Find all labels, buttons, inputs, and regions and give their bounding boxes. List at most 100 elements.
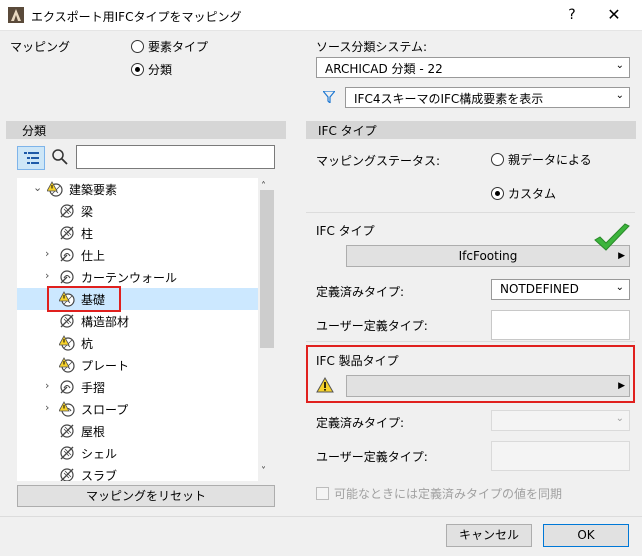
ifc-type-label: IFC タイプ (316, 224, 375, 238)
classification-header-label: 分類 (22, 124, 47, 138)
tree-item[interactable]: 屋根 (17, 420, 259, 442)
hatched-slash-icon (59, 203, 75, 219)
footer-divider (0, 516, 642, 517)
ifc-type-selector-button[interactable]: IfcFooting ▶ (346, 245, 630, 267)
predefined-type-dropdown-2[interactable]: ⌄ (491, 410, 630, 431)
source-system-label: ソース分類システム: (316, 40, 428, 54)
hatched-slash-icon (59, 445, 75, 461)
tree-item-label: 屋根 (81, 425, 106, 439)
tree-item[interactable]: プレート (17, 354, 259, 376)
search-input[interactable] (76, 145, 275, 169)
tree-item[interactable]: 柱 (17, 222, 259, 244)
divider (306, 212, 635, 213)
tree-item[interactable]: 構造部材 (17, 310, 259, 332)
ifc-product-type-selector-button[interactable]: ▶ (346, 375, 630, 397)
ifc-type-panel-header: IFC タイプ (306, 121, 636, 139)
tree-item-label: スロープ (81, 403, 129, 417)
radio-element-type[interactable] (131, 40, 144, 53)
scrollbar-thumb[interactable] (260, 190, 274, 348)
sync-checkbox-label: 可能なときには定義済みタイプの値を同期 (334, 487, 563, 501)
chevron-down-icon: ⌄ (615, 60, 624, 71)
sync-checkbox[interactable] (316, 487, 329, 500)
warning-icon (316, 377, 334, 393)
user-defined-type-field[interactable] (491, 310, 630, 340)
tree-item[interactable]: 杭 (17, 332, 259, 354)
classification-panel-header: 分類 (6, 121, 286, 139)
window-title: エクスポート用IFCタイプをマッピング (31, 10, 242, 24)
chevron-right-icon[interactable]: › (45, 247, 49, 260)
hatched-slash-icon (59, 467, 75, 481)
source-system-value: ARCHICAD 分類 - 22 (325, 62, 443, 76)
radio-custom-label: カスタム (508, 187, 557, 201)
tree-view-toggle-button[interactable] (17, 146, 45, 170)
tree-item[interactable]: シェル (17, 442, 259, 464)
predefined-type-label: 定義済みタイプ: (316, 285, 405, 299)
radio-by-parent[interactable] (491, 153, 504, 166)
tree-item[interactable]: 梁 (17, 200, 259, 222)
tree-item-label: プレート (81, 359, 130, 373)
predefined-type-value: NOTDEFINED (500, 282, 579, 296)
radio-element-type-label: 要素タイプ (148, 40, 209, 54)
tree-item[interactable]: › 手摺 (17, 376, 259, 398)
warning-hatched-icon (46, 181, 63, 197)
warning-hatched-icon (58, 357, 75, 373)
expand-arrow-icon: ▶ (618, 381, 625, 391)
tree-item-label: 構造部材 (81, 315, 130, 329)
chevron-right-icon[interactable]: › (45, 379, 49, 392)
tree-item-label: 仕上 (81, 249, 106, 263)
chevron-right-icon[interactable]: › (45, 269, 49, 282)
reset-mapping-button[interactable]: マッピングをリセット (17, 485, 275, 507)
tree-item[interactable]: › 仕上 (17, 244, 259, 266)
ok-button[interactable]: OK (543, 524, 629, 547)
hatched-slash-icon (59, 225, 75, 241)
ifc-product-type-label: IFC 製品タイプ (316, 354, 399, 368)
user-defined-type-field-2[interactable] (491, 441, 630, 471)
radio-by-parent-label: 親データによる (508, 153, 592, 167)
radio-classification-label: 分類 (148, 63, 173, 77)
green-check-icon (594, 223, 630, 251)
archicad-app-icon (8, 7, 24, 23)
search-icon[interactable] (51, 148, 69, 166)
scroll-down-arrow-icon[interactable]: ˅ (261, 466, 266, 477)
hatched-slash-icon (59, 423, 75, 439)
override-icon (59, 247, 75, 263)
filter-value: IFC4スキーマのIFC構成要素を表示 (354, 92, 544, 106)
tree-item[interactable]: ⌄ 建築要素 (17, 178, 259, 200)
filter-dropdown[interactable]: IFC4スキーマのIFC構成要素を表示 ⌄ (345, 87, 630, 108)
source-system-dropdown[interactable]: ARCHICAD 分類 - 22 ⌄ (316, 57, 630, 78)
classification-tree[interactable]: ⌄ 建築要素梁柱 › 仕上 › カーテンウォール 基礎 構造部材杭プレート › 手摺 › スロープ 屋根… (17, 178, 275, 481)
chevron-right-icon[interactable]: › (45, 401, 49, 414)
cancel-button[interactable]: キャンセル (446, 524, 532, 547)
ifc-type-header-label: IFC タイプ (318, 124, 377, 138)
predefined-type-label-2: 定義済みタイプ: (316, 416, 405, 430)
warning-hatched-icon (58, 335, 75, 351)
tree-item[interactable]: › スロープ (17, 398, 259, 420)
divider (306, 341, 635, 342)
tree-list-icon (24, 152, 39, 164)
chevron-down-icon[interactable]: ⌄ (33, 181, 42, 194)
tree-item-label: 杭 (81, 337, 94, 351)
chevron-down-icon: ⌄ (615, 90, 624, 101)
hatched-slash-icon (59, 313, 75, 329)
override-icon (59, 379, 75, 395)
help-button[interactable]: ? (560, 4, 584, 26)
predefined-type-dropdown[interactable]: NOTDEFINED ⌄ (491, 279, 630, 300)
tree-item-label: 柱 (81, 227, 94, 241)
close-button[interactable]: ✕ (596, 4, 632, 26)
tree-item-label: カーテンウォール (81, 271, 178, 285)
mapping-status-label: マッピングステータス: (316, 154, 441, 168)
chevron-down-icon: ⌄ (615, 282, 624, 293)
radio-classification[interactable] (131, 63, 144, 76)
user-defined-type-label: ユーザー定義タイプ: (316, 319, 428, 333)
tree-item-label: 建築要素 (69, 183, 118, 197)
tree-item-label: 手摺 (81, 381, 106, 395)
tree-item-label: スラブ (81, 469, 118, 481)
tree-item-label: 梁 (81, 205, 94, 219)
mapping-label: マッピング (10, 40, 71, 54)
chevron-down-icon: ⌄ (615, 413, 624, 424)
override-icon (59, 269, 75, 285)
tree-item[interactable]: スラブ (17, 464, 259, 481)
tree-item[interactable]: › カーテンウォール (17, 266, 259, 288)
ifc-type-value: IfcFooting (458, 249, 518, 263)
radio-custom[interactable] (491, 187, 504, 200)
